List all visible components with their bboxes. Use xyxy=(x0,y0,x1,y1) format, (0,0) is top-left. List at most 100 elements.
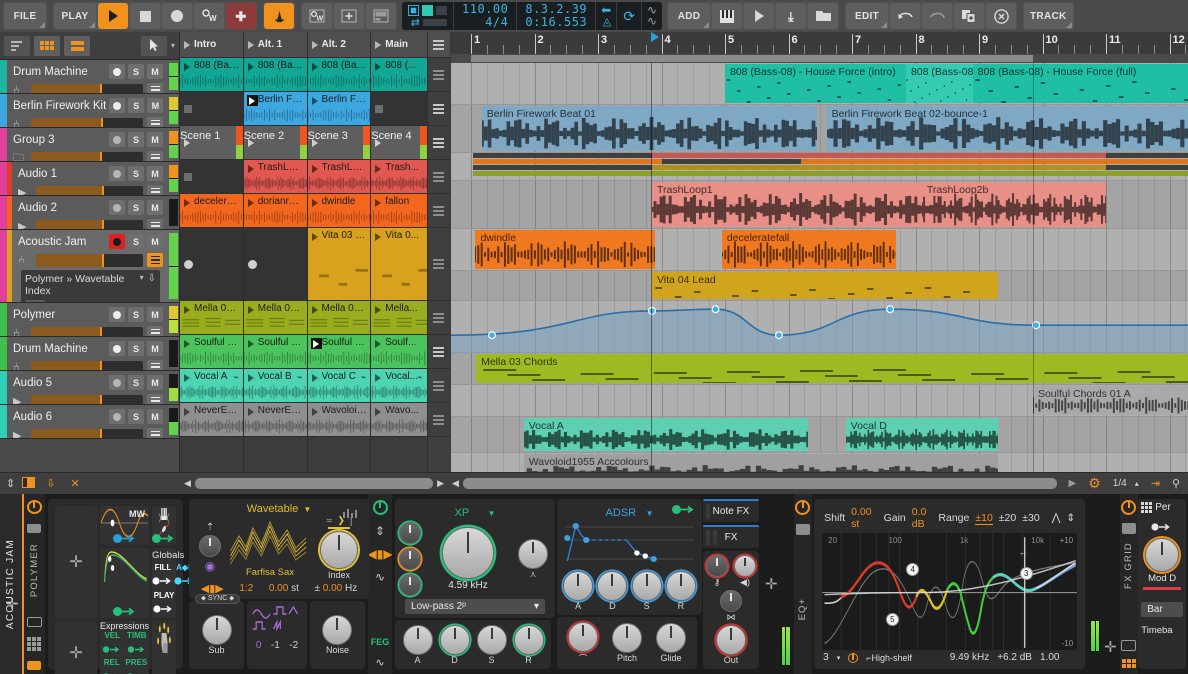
record-arm-button[interactable] xyxy=(109,132,125,147)
scroll-left-icon[interactable]: ◀ xyxy=(184,478,191,489)
chevron-down-icon[interactable]: ▼ xyxy=(488,509,496,518)
pin-icon[interactable]: ⇩ xyxy=(148,273,156,284)
clip-cell[interactable]: 808 (... xyxy=(371,58,427,92)
row-launch-button[interactable] xyxy=(427,194,450,228)
track-menu-button[interactable]: TRACK xyxy=(1024,3,1073,29)
scene-launch-button[interactable]: Scene 3 xyxy=(307,126,371,160)
clip-stop-button[interactable] xyxy=(184,172,192,181)
arrangement-clip[interactable]: 808 (Bass-08) xyxy=(905,64,973,103)
playhead-marker[interactable] xyxy=(651,32,660,42)
automation-write-button[interactable]: W xyxy=(194,3,224,29)
mute-button[interactable]: M xyxy=(147,234,163,249)
arrangement-track-row[interactable]: Berlin Firework Beat 01 Berlin Firework … xyxy=(451,105,1188,153)
clip-cell[interactable]: dwindle xyxy=(307,194,371,228)
solo-button[interactable]: S xyxy=(128,341,144,356)
power-icon[interactable] xyxy=(372,500,388,515)
power-icon[interactable] xyxy=(795,500,811,515)
clip-cell[interactable]: Vita 0... xyxy=(371,228,427,301)
volume-fader[interactable] xyxy=(31,117,144,127)
filter-mod-knob[interactable] xyxy=(399,574,422,596)
track-header[interactable]: Group 3 S M 🗀 xyxy=(0,128,179,162)
footer-play-icon[interactable]: ▶ xyxy=(1069,478,1077,489)
clip-cell[interactable]: dorianredu... xyxy=(243,194,307,228)
route-icon[interactable]: ⇕ xyxy=(375,524,385,538)
clip-cell[interactable]: Berlin Fire... xyxy=(243,92,307,126)
arrangement-view[interactable]: 1 2 3 4 5 6 7 8 9 10 11 12 808 (Bass-08)… xyxy=(451,32,1188,494)
grid-zoom-chevron-icon[interactable]: ▴ xyxy=(1135,479,1139,488)
panel-button[interactable] xyxy=(366,3,396,29)
osc-mode-c-icon[interactable]: | xyxy=(350,516,352,526)
scroll-right-icon[interactable]: ▶ xyxy=(437,478,444,489)
clip-cell[interactable]: Vocal A ⌁ xyxy=(180,369,243,403)
arrangement-clip[interactable]: TrashLoop2b xyxy=(921,182,1106,227)
lanes-button[interactable] xyxy=(147,360,163,370)
folder-icon[interactable] xyxy=(27,523,42,534)
note-fx-slot[interactable]: Note FX xyxy=(703,499,760,522)
track-header[interactable]: Polymer S M ⑃ xyxy=(0,303,179,337)
gain-value[interactable]: 0.0 dB xyxy=(912,506,927,530)
track-header[interactable]: Audio 1 S M ▶ xyxy=(0,162,179,196)
adsr-graph[interactable] xyxy=(561,521,698,565)
mod-target-icon[interactable] xyxy=(672,505,694,514)
row-launch-button[interactable] xyxy=(427,126,450,160)
sub-waveforms-icon[interactable] xyxy=(251,605,303,635)
arrangement-track-row[interactable]: TrashLoop1 TrashLoop2b xyxy=(451,181,1188,229)
modulator-lfo[interactable]: MW xyxy=(99,506,150,545)
osc-mode-a-icon[interactable]: ≍ xyxy=(326,516,333,525)
clip-cell[interactable]: Soulful Cho... xyxy=(307,335,371,369)
clip-cell[interactable]: Mella... xyxy=(371,301,427,335)
lanes-button[interactable] xyxy=(147,394,163,404)
arrangement-clip[interactable]: Vita 04 Lead xyxy=(651,272,999,299)
range-option-20[interactable]: ±20 xyxy=(999,512,1016,524)
clip-cell[interactable]: Vocal B ⌁ xyxy=(243,369,307,403)
power-icon[interactable] xyxy=(1121,500,1137,515)
clip-cell[interactable]: deceleratefall xyxy=(180,194,243,228)
eq-graph[interactable]: 20 100 1k 10k +10 -10 4 5 3 ↔ xyxy=(822,533,1078,650)
sub-oct-0[interactable]: 0 xyxy=(256,640,262,651)
clip-cell[interactable]: Vocal... ⌁ xyxy=(371,369,427,403)
clip-cell[interactable]: 808 (Bass-... xyxy=(180,58,243,92)
solo-button[interactable]: S xyxy=(128,307,144,322)
timeline-ruler[interactable]: 1 2 3 4 5 6 7 8 9 10 11 12 xyxy=(451,32,1188,54)
clip-cell[interactable] xyxy=(371,92,427,126)
volume-fader[interactable] xyxy=(36,253,143,267)
mute-button[interactable]: M xyxy=(147,98,164,113)
clip-cell[interactable]: 808 (Bass-... xyxy=(243,58,307,92)
band-power-icon[interactable] xyxy=(848,652,859,663)
lanes-button[interactable] xyxy=(147,151,163,161)
volume-fader[interactable] xyxy=(31,326,143,336)
record-arm-button[interactable] xyxy=(109,200,125,215)
arrangement-clip[interactable]: deceleratefall xyxy=(721,230,897,269)
feg-s-knob[interactable] xyxy=(476,624,507,655)
arrangement-clip[interactable]: Vocal D xyxy=(845,418,999,451)
volume-fader[interactable] xyxy=(31,360,143,370)
solo-button[interactable]: S xyxy=(128,132,144,147)
arrangement-clip[interactable]: Mella 03 Chords xyxy=(476,354,1188,383)
volume-fader[interactable] xyxy=(31,83,143,93)
chevron-down-icon[interactable]: ▼ xyxy=(303,505,311,514)
arrangement-track-row[interactable]: dwindle deceleratefall xyxy=(451,229,1188,271)
shift-value[interactable]: 0.00 st xyxy=(851,506,871,530)
volume-fader[interactable] xyxy=(31,394,143,404)
eq-band-number[interactable]: 3 xyxy=(823,652,829,663)
undo-button[interactable] xyxy=(890,3,921,29)
row-launch-button[interactable] xyxy=(427,92,450,126)
add-menu-button[interactable]: ADD xyxy=(668,3,711,29)
mute-button[interactable]: M xyxy=(147,64,163,79)
track-header[interactable]: Berlin Firework Kit S M ⑃ xyxy=(0,94,179,128)
osc-shift-knob[interactable] xyxy=(199,535,222,557)
track-header[interactable]: Drum Machine S M ⑃ xyxy=(0,60,179,94)
scene-header[interactable]: Alt. 2 xyxy=(307,32,371,58)
folder-icon[interactable] xyxy=(795,524,810,535)
glide-knob[interactable] xyxy=(656,623,687,653)
clip-cell[interactable]: Mella 03 C... xyxy=(307,301,371,335)
record-arm-button[interactable] xyxy=(109,166,125,181)
clip-cell[interactable] xyxy=(243,228,307,301)
key-knob[interactable] xyxy=(706,555,729,577)
fade-controls[interactable]: ∿ ∿ xyxy=(642,2,662,30)
row-launch-button[interactable] xyxy=(427,58,450,92)
automation-icon[interactable]: ⚙ xyxy=(1088,475,1101,492)
record-arm-button[interactable] xyxy=(109,375,125,390)
mute-button[interactable]: M xyxy=(147,375,163,390)
clip-cell[interactable]: Wavo... xyxy=(371,403,427,437)
